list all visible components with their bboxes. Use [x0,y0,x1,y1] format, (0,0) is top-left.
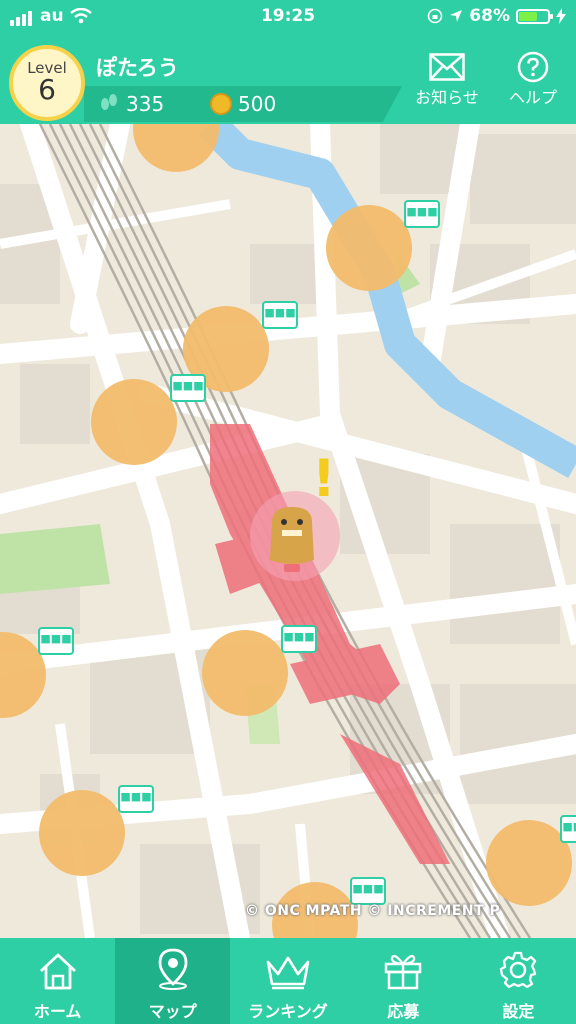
level-badge[interactable]: Level 6 [9,45,85,121]
battery-icon [516,8,553,24]
footprint-icon [101,94,117,110]
tab-bar: ホーム マップ ランキング 応募 設定 [0,938,576,1024]
steps-count: 335 [126,92,165,116]
tab-label: 応募 [387,1002,420,1021]
mail-icon [429,53,465,81]
character-avatar[interactable] [202,630,288,716]
chat-bubble-icon[interactable]: ■■■ [560,815,576,843]
chat-bubble-icon[interactable]: ■■■ [281,625,317,653]
help-button[interactable]: ヘルプ [488,50,576,108]
notice-label: お知らせ [415,88,479,107]
alert-mark[interactable]: ! [312,449,336,509]
steps-stat: 335 [98,92,164,116]
tab-label: ランキング [248,1002,328,1021]
coins-count: 500 [238,92,277,116]
character-avatar[interactable] [39,790,125,876]
help-label: ヘルプ [508,88,557,107]
chat-bubble-icon[interactable]: ■■■ [170,374,206,402]
tab-label: マップ [148,1002,197,1021]
chat-bubble-icon[interactable]: ■■■ [350,877,386,905]
map-pin-icon [158,948,188,990]
player-character[interactable] [262,502,322,572]
home-icon [39,953,76,990]
username: ぽたろう [96,56,179,80]
status-bar: au 19:25 68% [0,0,576,32]
map-view[interactable]: ! ■■■ ■■■ ■■■ ■■■ ■■■ ■■■ ■■■ ■■■ [0,124,576,938]
tab-home[interactable]: ホーム [0,938,115,1024]
tab-label: 設定 [502,1002,535,1021]
character-avatar[interactable] [326,205,412,291]
level-value: 6 [38,73,56,106]
tab-ranking[interactable]: ランキング [230,938,345,1024]
chat-bubble-icon[interactable]: ■■■ [38,627,74,655]
location-icon [450,10,463,22]
character-avatar[interactable] [91,379,177,465]
orientation-lock-icon [427,8,443,24]
chat-bubble-icon[interactable]: ■■■ [404,200,440,228]
battery-percent: 68% [469,6,510,26]
tab-map[interactable]: マップ [115,938,231,1024]
gift-icon [384,954,422,990]
question-icon [517,51,549,83]
gear-icon [500,951,537,989]
chat-bubble-icon[interactable]: ■■■ [262,301,298,329]
tab-apply[interactable]: 応募 [346,938,461,1024]
coin-icon [210,93,232,115]
notice-button[interactable]: お知らせ [402,50,492,108]
crown-icon [266,956,310,990]
charging-icon [556,8,566,24]
tab-settings[interactable]: 設定 [461,938,576,1024]
tab-label: ホーム [33,1002,82,1021]
map-copyright: © ONC MPATH © INCREMENT P [245,903,501,919]
chat-bubble-icon[interactable]: ■■■ [118,785,154,813]
coins-stat: 500 [210,92,276,116]
